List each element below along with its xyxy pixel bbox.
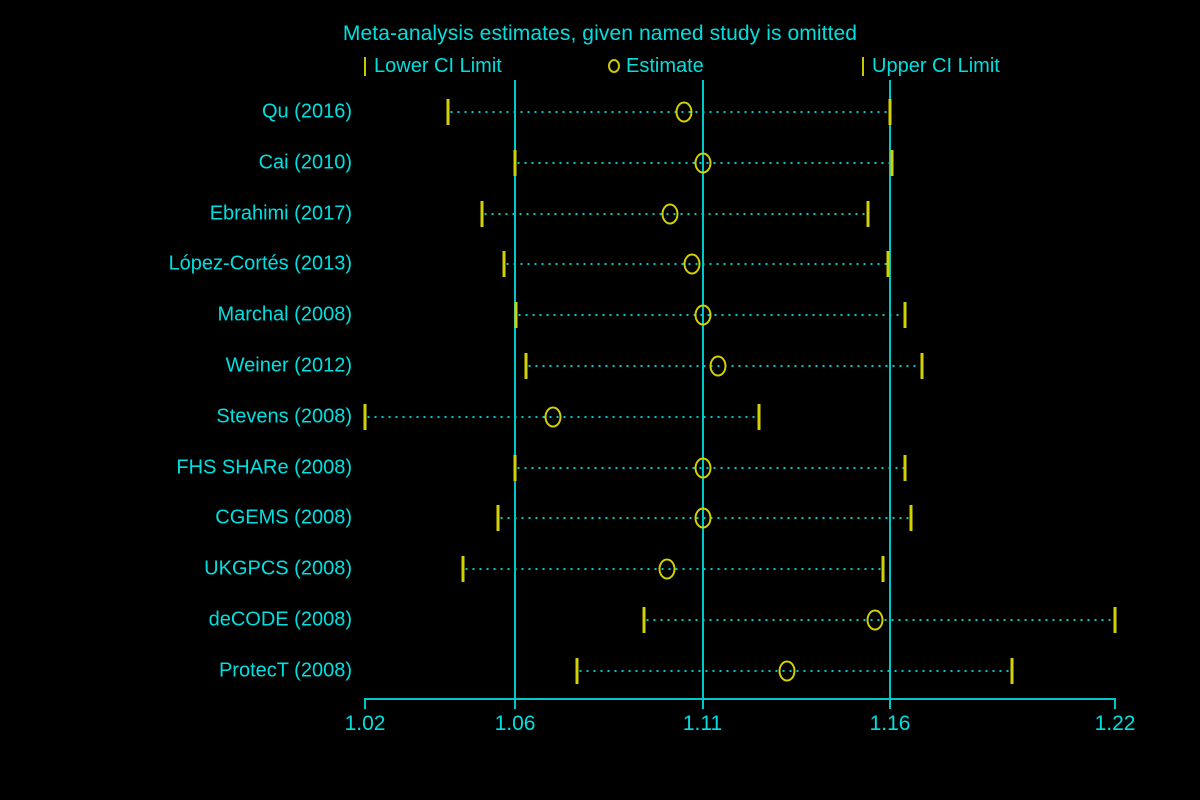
upper-ci-cap [903,454,907,481]
legend-item-lower-ci: Lower CI Limit [364,53,502,79]
lower-ci-cap [502,251,506,278]
x-axis-tick [701,698,704,709]
y-axis-label: Weiner (2012) [225,354,352,377]
lower-ci-cap [461,556,464,583]
x-axis-tick [1114,698,1116,709]
lower-ci-cap [513,149,517,176]
upper-ci-bar-icon [862,56,864,76]
estimate-marker [683,253,701,275]
x-axis-tick-label: 1.06 [494,712,536,735]
upper-ci-cap [886,251,890,278]
upper-ci-cap [881,556,884,583]
y-axis-label: UKGPCS (2008) [204,557,352,580]
lower-ci-cap [446,99,449,125]
y-axis-label: CGEMS (2008) [215,506,352,529]
estimate-marker [675,101,693,123]
estimate-marker [661,203,679,225]
y-axis-label: Ebrahimi (2017) [209,202,352,225]
ci-line [365,415,759,419]
upper-ci-cap [757,403,761,430]
x-axis-tick-label: 1.16 [869,712,911,735]
y-axis-study-labels: Qu (2016) Cai (2010) Ebrahimi (2017) López-… [0,0,352,800]
upper-ci-cap [1113,607,1117,633]
y-axis-label: ProtecT (2008) [218,659,352,682]
legend-label-lower-ci: Lower CI Limit [374,54,502,77]
x-axis-tick-label: 1.11 [682,712,723,735]
estimate-circle-icon [608,59,620,73]
lower-ci-cap [642,607,646,633]
lower-ci-cap [496,505,500,532]
upper-ci-cap [909,505,913,532]
estimate-marker [694,304,711,326]
forest-plot: Meta-analysis estimates, given named stu… [0,0,1200,800]
ci-line [447,110,890,114]
upper-ci-cap [866,200,869,227]
legend-label-upper-ci: Upper CI Limit [872,54,1000,77]
estimate-marker [544,406,561,428]
lower-ci-cap [524,353,528,379]
lower-ci-cap [513,454,517,481]
upper-ci-cap [920,353,924,379]
lower-ci-cap [363,403,367,430]
estimate-marker [778,660,796,682]
upper-ci-cap [890,149,894,176]
lower-ci-bar-icon [364,56,366,76]
legend-item-upper-ci: Upper CI Limit [862,53,1000,79]
x-axis-tick [514,698,516,709]
legend-label-estimate: Estimate [626,54,704,77]
y-axis-label: FHS SHARe (2008) [176,456,352,479]
upper-ci-cap [1010,657,1014,684]
lower-ci-cap [514,302,518,329]
y-axis-label: López-Cortés (2013) [168,252,352,275]
y-axis-label: Cai (2010) [258,151,352,174]
legend-item-estimate: Estimate [608,53,704,79]
y-axis-label: Marchal (2008) [217,303,352,326]
y-axis-label: Stevens (2008) [216,405,352,428]
y-axis-label: Qu (2016) [261,100,352,123]
estimate-marker [658,558,676,580]
upper-ci-cap [903,302,907,329]
x-axis-tick-label: 1.22 [1094,712,1136,735]
upper-ci-cap [888,99,892,125]
estimate-marker [866,609,884,631]
x-axis-tick-label: 1.02 [344,712,386,735]
estimate-marker [694,507,711,529]
x-axis-line [364,698,1116,700]
estimate-marker [709,355,726,377]
y-axis-label: deCODE (2008) [208,608,352,631]
x-axis-tick [889,698,891,709]
lower-ci-cap [480,200,484,227]
lower-ci-cap [575,657,579,684]
x-axis-tick [364,698,366,709]
estimate-marker [694,152,711,174]
estimate-marker [694,457,711,479]
